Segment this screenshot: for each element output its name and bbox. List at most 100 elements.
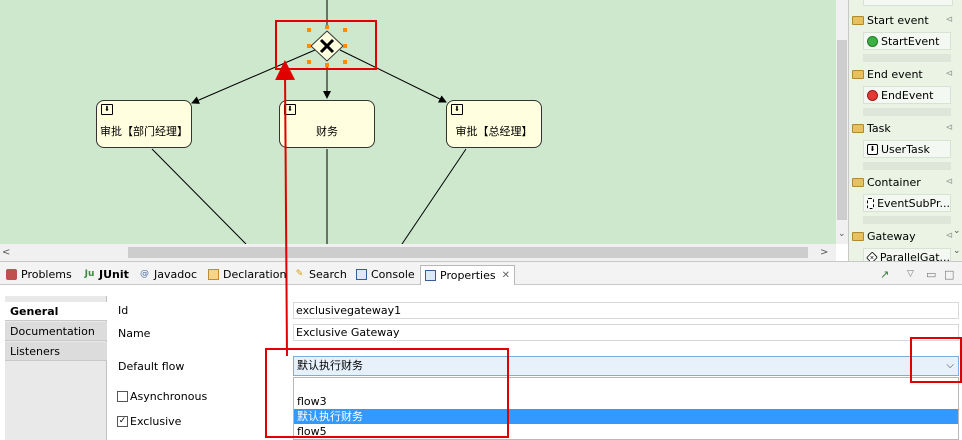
palette-tool-partial[interactable] — [863, 0, 953, 6]
minimize-icon: ▭ — [926, 267, 937, 281]
folder-icon — [852, 123, 864, 133]
palette-tool-partial[interactable] — [863, 54, 951, 62]
user-task-general-manager[interactable]: ⬇ 审批【总经理】 — [446, 100, 542, 148]
folder-icon — [852, 69, 864, 79]
name-label: Name — [118, 327, 151, 340]
vertical-scroll-thumb[interactable] — [837, 40, 847, 220]
scroll-left-icon[interactable]: < — [2, 247, 10, 258]
tab-label: General — [10, 304, 59, 318]
at-sign-icon: @ — [140, 269, 149, 279]
palette-drawer-task[interactable]: Task ⊲ — [849, 120, 953, 136]
tab-label: Documentation — [10, 324, 95, 338]
maximize-button[interactable]: □ — [944, 266, 954, 282]
asynchronous-checkbox[interactable] — [117, 391, 128, 402]
tool-label: StartEvent — [881, 34, 940, 48]
pin-icon[interactable]: ⊲ — [945, 69, 953, 79]
tab-label: JUnit — [99, 267, 129, 281]
dropdown-option-default-finance[interactable]: 默认执行财务 — [294, 409, 958, 424]
declaration-icon — [208, 268, 219, 280]
palette-drawer-end-event[interactable]: End event ⊲ — [849, 66, 953, 82]
minimize-button[interactable]: ▭ — [926, 266, 936, 282]
id-field[interactable]: exclusivegateway1 — [293, 302, 959, 319]
palette-drawer-start-event[interactable]: Start event ⊲ — [849, 12, 953, 28]
tab-properties[interactable]: Properties ✕ — [420, 265, 515, 285]
tab-javadoc[interactable]: @ Javadoc — [139, 266, 197, 282]
start-event-icon — [867, 35, 878, 47]
tab-listeners[interactable]: Listeners — [5, 342, 107, 361]
user-task-icon: ⬇ — [101, 104, 113, 115]
folder-icon — [852, 15, 864, 25]
drawer-label: Task — [867, 121, 891, 135]
tab-documentation[interactable]: Documentation — [5, 322, 107, 341]
palette-tool-event-subprocess[interactable]: EventSubPr... — [863, 194, 951, 212]
flow-lower-left[interactable] — [151, 148, 247, 244]
chevron-down-icon: ▽ — [907, 269, 914, 279]
palette-tool-partial[interactable] — [863, 216, 951, 224]
pin-icon[interactable]: ⊲ — [945, 15, 953, 25]
palette: Start event ⊲ StartEvent End event ⊲ End… — [848, 0, 962, 261]
horizontal-scroll-thumb[interactable] — [128, 247, 808, 258]
default-flow-dropdown-list: flow3 默认执行财务 flow5 — [293, 377, 959, 440]
palette-tool-end-event[interactable]: EndEvent — [863, 86, 951, 104]
tab-search[interactable]: ✎ Search — [294, 266, 347, 282]
name-field[interactable]: Exclusive Gateway — [293, 324, 959, 341]
horizontal-scrollbar[interactable]: < > — [0, 244, 836, 261]
folder-icon — [852, 231, 864, 241]
exclusive-label: Exclusive — [130, 415, 182, 428]
dropdown-option-empty[interactable] — [294, 378, 958, 393]
tab-console[interactable]: Console — [356, 266, 415, 282]
palette-tool-partial[interactable] — [863, 108, 951, 116]
default-flow-select[interactable]: 默认执行财务 ⌵ — [293, 356, 959, 376]
pin-view-button[interactable]: ↗ — [880, 266, 889, 282]
palette-scroll-down-icon[interactable]: ⌄ — [953, 226, 961, 236]
id-label: Id — [118, 304, 129, 317]
default-flow-label: Default flow — [118, 360, 185, 373]
view-menu-button[interactable]: ▽ — [907, 266, 914, 282]
flow-lower-right[interactable] — [401, 148, 467, 244]
pin-icon[interactable]: ⊲ — [945, 231, 953, 241]
tab-junit[interactable]: Ju JUnit — [84, 266, 129, 282]
palette-scroll-down-icon[interactable]: ⌄ — [953, 246, 961, 256]
close-icon[interactable]: ✕ — [502, 270, 510, 281]
exclusive-checkbox[interactable]: ✓ — [117, 416, 128, 427]
palette-tool-start-event[interactable]: StartEvent — [863, 32, 951, 50]
user-task-icon: ⬇ — [867, 143, 878, 155]
pin-icon[interactable]: ⊲ — [945, 177, 953, 187]
tab-general[interactable]: General — [5, 302, 107, 321]
vertical-scrollbar[interactable]: ⌄ — [836, 0, 848, 244]
dropdown-option-flow3[interactable]: flow3 — [294, 394, 958, 409]
pin-view-icon: ↗ — [880, 267, 890, 281]
tab-label: Javadoc — [154, 267, 197, 281]
tab-label: Properties — [440, 269, 496, 282]
scroll-down-icon[interactable]: ⌄ — [838, 229, 846, 239]
pin-icon[interactable]: ⊲ — [945, 123, 953, 133]
junit-icon: Ju — [84, 269, 95, 279]
annotation-arrow — [275, 60, 296, 357]
diagram-canvas[interactable]: ⬇ 审批【部门经理】 ⬇ 财务 ⬇ 审批【总经理】 — [0, 0, 836, 244]
chevron-down-icon[interactable]: ⌵ — [946, 357, 954, 375]
scroll-right-icon[interactable]: > — [820, 247, 828, 258]
palette-drawer-gateway[interactable]: Gateway ⊲ — [849, 228, 953, 244]
properties-icon — [425, 270, 436, 281]
flow-to-general-manager[interactable] — [339, 49, 447, 103]
drawer-label: Start event — [867, 13, 929, 27]
exclusive-gateway[interactable] — [307, 25, 347, 67]
palette-tool-partial[interactable] — [863, 162, 951, 170]
drawer-label: Container — [867, 175, 921, 189]
maximize-icon: □ — [944, 267, 955, 281]
asynchronous-label: Asynchronous — [130, 390, 208, 403]
drawer-label: Gateway — [867, 229, 916, 243]
palette-tool-parallel-gateway[interactable]: + ParallelGat... — [863, 248, 951, 261]
views-toolbar: Problems Ju JUnit @ Javadoc Declaration … — [0, 261, 962, 285]
tab-problems[interactable]: Problems — [6, 266, 72, 282]
end-event-icon — [867, 89, 878, 101]
dropdown-option-flow5[interactable]: flow5 — [294, 424, 958, 439]
task-label: 审批【总经理】 — [455, 125, 533, 138]
palette-tool-user-task[interactable]: ⬇ UserTask — [863, 140, 951, 158]
tab-label: Problems — [21, 267, 72, 281]
parallel-gateway-icon: + — [866, 251, 878, 261]
user-task-dept-manager[interactable]: ⬇ 审批【部门经理】 — [96, 100, 192, 148]
problems-icon — [6, 268, 17, 280]
task-label: 审批【部门经理】 — [100, 125, 188, 138]
palette-drawer-container[interactable]: Container ⊲ — [849, 174, 953, 190]
